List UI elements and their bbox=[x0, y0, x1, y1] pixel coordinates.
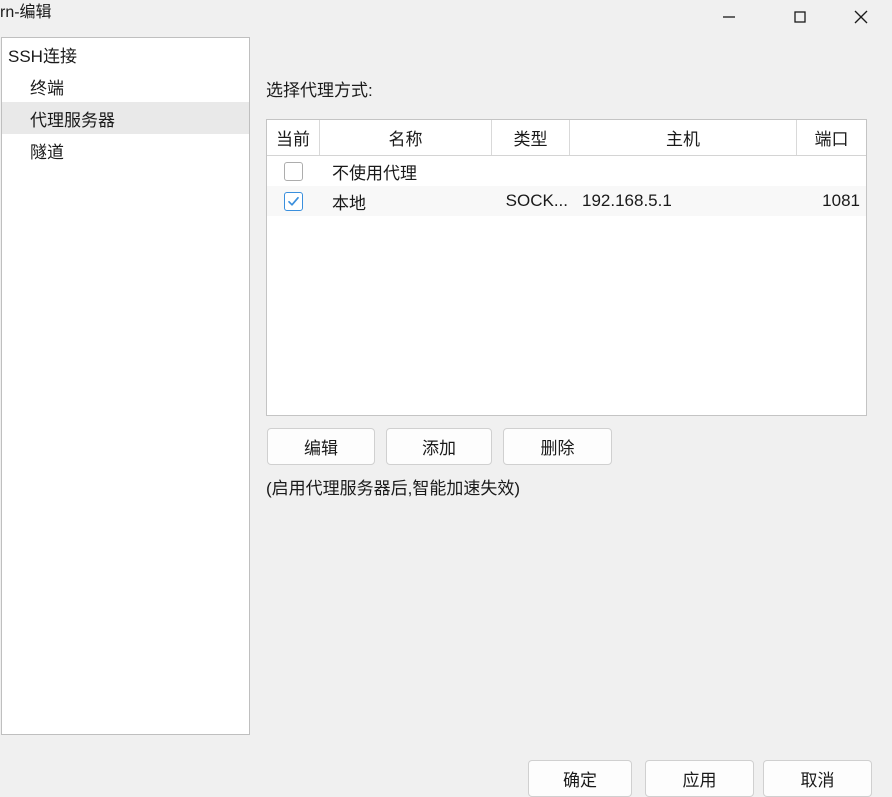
ok-button[interactable]: 确定 bbox=[528, 760, 632, 797]
row-name-cell: 不使用代理 bbox=[332, 163, 417, 183]
table-row[interactable]: 本地 SOCK... 192.168.5.1 1081 bbox=[267, 186, 866, 216]
title-bar: rn-编辑 bbox=[0, 0, 892, 33]
row-type-cell: SOCK... bbox=[505, 191, 568, 210]
row-host-cell: 192.168.5.1 bbox=[582, 191, 672, 210]
proxy-enabled-checkbox[interactable] bbox=[284, 161, 303, 181]
column-header-name[interactable]: 名称 bbox=[320, 120, 492, 155]
cancel-button[interactable]: 取消 bbox=[763, 760, 872, 797]
sidebar-item-label: 终端 bbox=[30, 78, 64, 98]
check-icon bbox=[288, 196, 299, 206]
column-header-host[interactable]: 主机 bbox=[570, 120, 797, 155]
proxy-note-text: (启用代理服务器后,智能加速失效) bbox=[266, 479, 521, 498]
proxy-mode-label: 选择代理方式: bbox=[266, 81, 373, 100]
edit-button[interactable]: 编辑 bbox=[267, 428, 375, 465]
column-header-type[interactable]: 类型 bbox=[492, 120, 570, 155]
sidebar-item-label: 代理服务器 bbox=[30, 110, 115, 130]
row-type-cell bbox=[492, 156, 570, 186]
close-icon bbox=[851, 7, 871, 27]
maximize-button[interactable] bbox=[777, 0, 823, 33]
maximize-icon bbox=[792, 9, 808, 25]
sidebar-item-terminal[interactable]: 终端 bbox=[2, 70, 249, 102]
settings-navigation-tree[interactable]: SSH连接 终端 代理服务器 隧道 bbox=[1, 37, 250, 735]
table-row[interactable]: 不使用代理 bbox=[267, 156, 866, 186]
sidebar-item-proxy-server[interactable]: 代理服务器 bbox=[2, 102, 249, 134]
row-port-cell bbox=[797, 156, 866, 186]
close-button[interactable] bbox=[838, 0, 884, 33]
row-current-cell bbox=[267, 156, 320, 186]
row-host-cell bbox=[570, 156, 797, 186]
minimize-button[interactable] bbox=[706, 0, 752, 33]
minimize-icon bbox=[721, 9, 737, 25]
apply-button[interactable]: 应用 bbox=[645, 760, 754, 797]
column-header-port[interactable]: 端口 bbox=[797, 120, 866, 155]
proxy-list-table[interactable]: 当前 名称 类型 主机 端口 不使用代理 本地 SOCK... 192.168.… bbox=[266, 119, 867, 416]
sidebar-item-ssh-connection[interactable]: SSH连接 bbox=[2, 38, 249, 70]
row-current-cell bbox=[267, 186, 320, 216]
add-button[interactable]: 添加 bbox=[386, 428, 492, 465]
sidebar-item-label: SSH连接 bbox=[8, 46, 77, 66]
sidebar-item-label: 隧道 bbox=[30, 142, 64, 162]
delete-button[interactable]: 删除 bbox=[503, 428, 612, 465]
window-title: rn-编辑 bbox=[0, 4, 52, 21]
row-name-cell: 本地 bbox=[332, 193, 366, 213]
row-port-cell: 1081 bbox=[822, 191, 860, 210]
sidebar-item-tunnel[interactable]: 隧道 bbox=[2, 134, 249, 166]
proxy-enabled-checkbox[interactable] bbox=[284, 191, 303, 211]
column-header-current[interactable]: 当前 bbox=[267, 120, 320, 155]
table-header-row: 当前 名称 类型 主机 端口 bbox=[267, 120, 866, 156]
